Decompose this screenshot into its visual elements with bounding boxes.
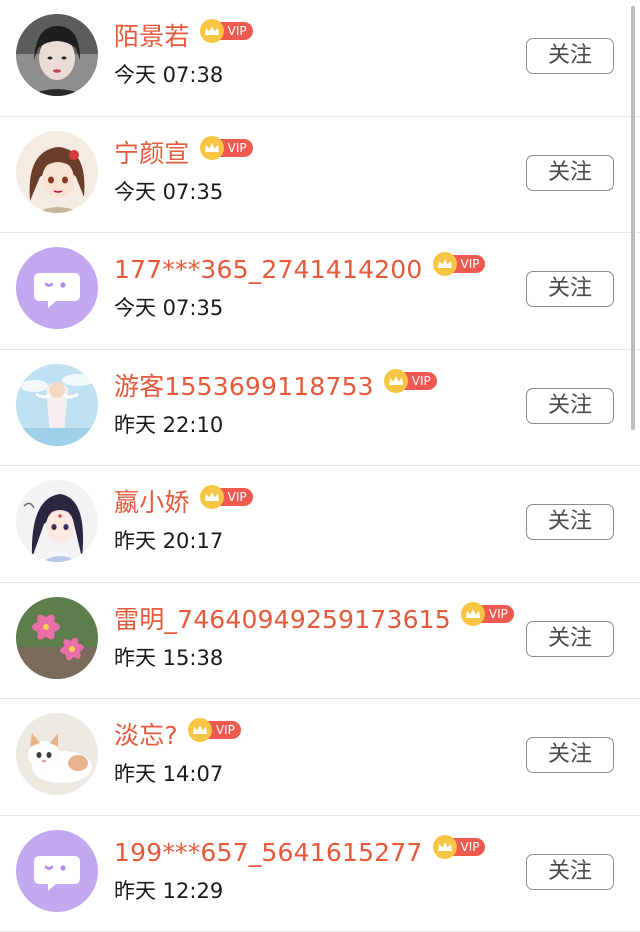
avatar-anime-girl-dark-icon bbox=[16, 480, 98, 562]
follow-button[interactable]: 关注 bbox=[526, 38, 614, 74]
user-name[interactable]: 嬴小娇 bbox=[114, 486, 190, 520]
name-line: 淡忘? VIP bbox=[114, 719, 241, 753]
vip-badge: VIP bbox=[433, 253, 486, 275]
user-name[interactable]: 雷明_74640949259173615 bbox=[114, 603, 451, 637]
crown-icon bbox=[200, 19, 224, 43]
crown-icon bbox=[384, 369, 408, 393]
vip-badge: VIP bbox=[188, 719, 241, 741]
timestamp: 昨天 22:10 bbox=[114, 410, 223, 440]
avatar[interactable] bbox=[16, 14, 98, 96]
timestamp: 昨天 14:07 bbox=[114, 759, 223, 789]
avatar-default-chat-icon bbox=[16, 830, 98, 912]
name-line: 嬴小娇 VIP bbox=[114, 486, 253, 520]
avatar[interactable] bbox=[16, 364, 98, 446]
vip-badge: VIP bbox=[200, 137, 253, 159]
follow-button[interactable]: 关注 bbox=[526, 388, 614, 424]
avatar-default-chat-icon bbox=[16, 247, 98, 329]
user-name[interactable]: 宁颜宣 bbox=[114, 137, 190, 171]
timestamp: 昨天 20:17 bbox=[114, 526, 223, 556]
crown-icon bbox=[200, 485, 224, 509]
timestamp: 今天 07:35 bbox=[114, 177, 223, 207]
avatar-kitten-icon bbox=[16, 713, 98, 795]
avatar[interactable] bbox=[16, 597, 98, 679]
crown-icon bbox=[200, 136, 224, 160]
crown-icon bbox=[433, 252, 457, 276]
name-line: 宁颜宣 VIP bbox=[114, 137, 253, 171]
avatar[interactable] bbox=[16, 713, 98, 795]
list-item[interactable]: 宁颜宣 VIP 今天 07:35 关注 bbox=[0, 117, 640, 234]
timestamp: 今天 07:35 bbox=[114, 293, 223, 323]
crown-icon bbox=[461, 602, 485, 626]
vip-badge: VIP bbox=[200, 20, 253, 42]
user-name[interactable]: 淡忘? bbox=[114, 719, 178, 753]
avatar-photo-woman-icon bbox=[16, 14, 98, 96]
list-item[interactable]: 嬴小娇 VIP 昨天 20:17 关注 bbox=[0, 466, 640, 583]
timestamp: 昨天 15:38 bbox=[114, 643, 223, 673]
vip-badge: VIP bbox=[384, 370, 437, 392]
crown-icon bbox=[188, 718, 212, 742]
avatar[interactable] bbox=[16, 247, 98, 329]
name-line: 陌景若 VIP bbox=[114, 20, 253, 54]
list-item[interactable]: 陌景若 VIP 今天 07:38 关注 bbox=[0, 0, 640, 117]
follow-button[interactable]: 关注 bbox=[526, 737, 614, 773]
follow-button[interactable]: 关注 bbox=[526, 271, 614, 307]
user-list: 陌景若 VIP 今天 07:38 关注 bbox=[0, 0, 640, 932]
crown-icon bbox=[433, 835, 457, 859]
follow-button[interactable]: 关注 bbox=[526, 854, 614, 890]
name-line: 199***657_5641615277 VIP bbox=[114, 836, 485, 870]
vip-badge: VIP bbox=[433, 836, 486, 858]
list-item[interactable]: 游客1553699118753 VIP 昨天 22:10 关注 bbox=[0, 350, 640, 467]
name-line: 177***365_2741414200 VIP bbox=[114, 253, 485, 287]
timestamp: 昨天 12:29 bbox=[114, 876, 223, 906]
timestamp: 今天 07:38 bbox=[114, 60, 223, 90]
user-name[interactable]: 177***365_2741414200 bbox=[114, 253, 423, 287]
avatar-sky-angel-icon bbox=[16, 364, 98, 446]
list-item[interactable]: 177***365_2741414200 VIP 今天 07:35 关注 bbox=[0, 233, 640, 350]
vip-badge: VIP bbox=[200, 486, 253, 508]
vip-badge: VIP bbox=[461, 603, 514, 625]
list-item[interactable]: 199***657_5641615277 VIP 昨天 12:29 关注 bbox=[0, 816, 640, 932]
avatar-anime-girl-icon bbox=[16, 131, 98, 213]
avatar[interactable] bbox=[16, 830, 98, 912]
user-name[interactable]: 游客1553699118753 bbox=[114, 370, 374, 404]
follow-button[interactable]: 关注 bbox=[526, 155, 614, 191]
user-name[interactable]: 陌景若 bbox=[114, 20, 190, 54]
scrollbar[interactable] bbox=[631, 6, 635, 430]
user-name[interactable]: 199***657_5641615277 bbox=[114, 836, 423, 870]
list-item[interactable]: 雷明_74640949259173615 VIP 昨天 15:38 关注 bbox=[0, 583, 640, 700]
name-line: 雷明_74640949259173615 VIP bbox=[114, 603, 514, 637]
avatar[interactable] bbox=[16, 131, 98, 213]
name-line: 游客1553699118753 VIP bbox=[114, 370, 437, 404]
list-item[interactable]: 淡忘? VIP 昨天 14:07 关注 bbox=[0, 699, 640, 816]
follow-button[interactable]: 关注 bbox=[526, 504, 614, 540]
avatar-pink-lily-icon bbox=[16, 597, 98, 679]
avatar[interactable] bbox=[16, 480, 98, 562]
follow-button[interactable]: 关注 bbox=[526, 621, 614, 657]
